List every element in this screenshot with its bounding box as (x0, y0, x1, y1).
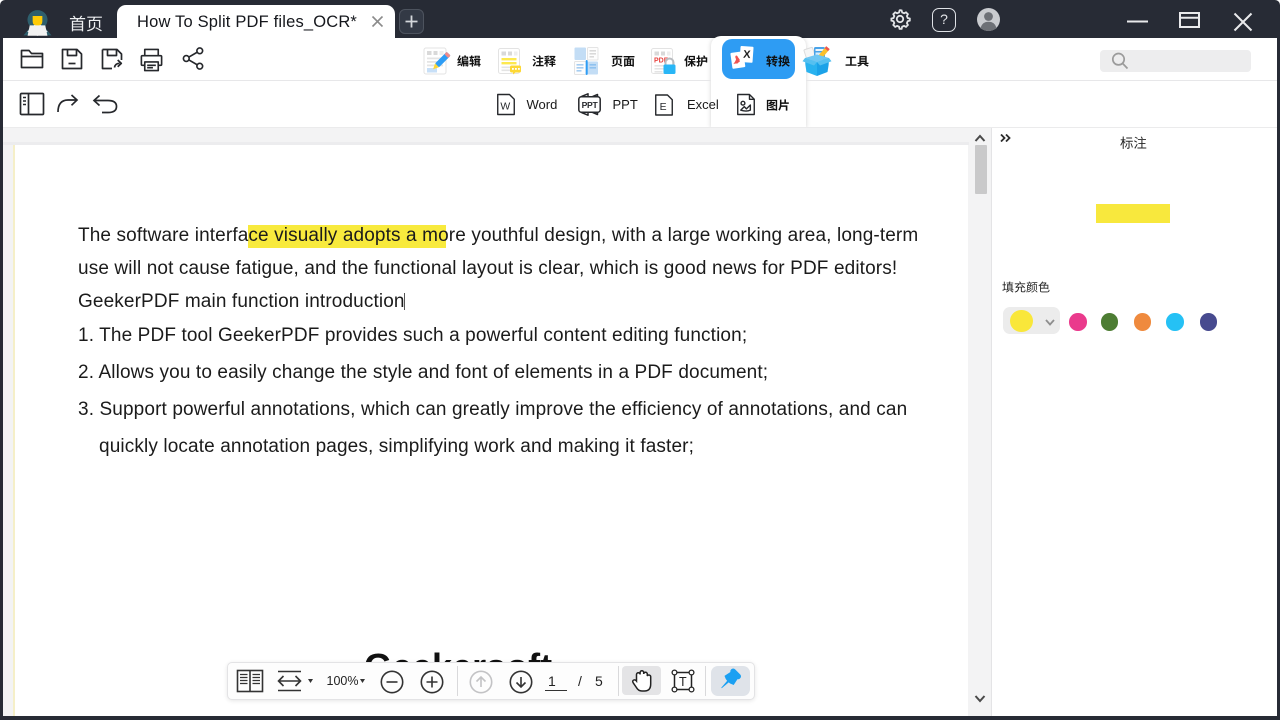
svg-text:T: T (679, 675, 687, 689)
svg-text:W: W (500, 101, 510, 112)
svg-text:PPT: PPT (582, 100, 599, 110)
svg-text:E: E (660, 102, 667, 113)
